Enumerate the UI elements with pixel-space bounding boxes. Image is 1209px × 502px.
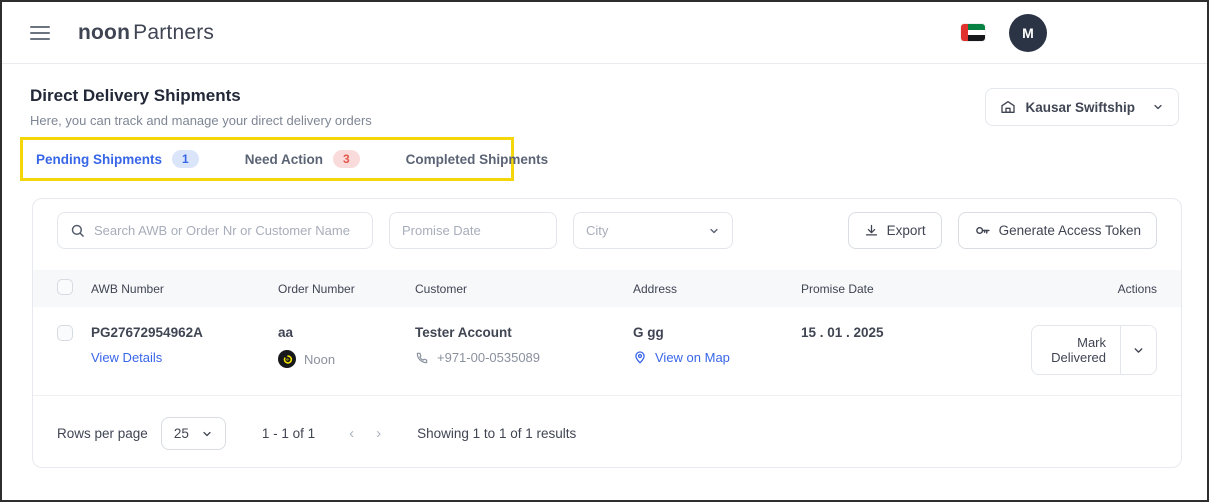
page-header: Direct Delivery Shipments Here, you can … — [2, 64, 1207, 128]
city-select[interactable]: City — [573, 212, 733, 249]
export-button[interactable]: Export — [848, 212, 942, 249]
tab-label: Completed Shipments — [406, 152, 549, 167]
shipments-card: City Export Generate Access Token — [32, 198, 1182, 468]
warehouse-name: Kausar Swiftship — [1025, 100, 1135, 115]
mark-delivered-button[interactable]: Mark Delivered — [1032, 326, 1120, 374]
app-window: noonPartners M Direct Delivery Shipments… — [0, 0, 1209, 502]
order-number: aa — [278, 325, 413, 340]
brand-logo: noonPartners — [78, 21, 214, 45]
rows-per-page-select[interactable]: 25 — [161, 417, 226, 450]
filters-bar: City Export Generate Access Token — [33, 199, 1181, 262]
search-icon — [70, 223, 85, 238]
col-customer: Customer — [413, 282, 631, 296]
key-icon — [974, 222, 991, 239]
tab-label: Pending Shipments — [36, 152, 162, 167]
chevron-down-icon — [708, 225, 720, 237]
noon-logo-icon — [278, 350, 296, 368]
chevron-down-icon — [201, 428, 213, 440]
generate-access-token-button[interactable]: Generate Access Token — [958, 212, 1157, 249]
select-all-checkbox[interactable] — [57, 279, 73, 295]
row-checkbox[interactable] — [57, 325, 73, 341]
promise-date-input[interactable] — [402, 223, 578, 238]
prev-page-button[interactable]: ‹ — [349, 425, 354, 442]
col-address: Address — [631, 282, 799, 296]
awb-number: PG27672954962A — [91, 325, 276, 340]
user-avatar[interactable]: M — [1009, 14, 1047, 52]
view-on-map-link[interactable]: View on Map — [655, 350, 730, 365]
view-details-link[interactable]: View Details — [91, 350, 162, 365]
hamburger-menu-icon[interactable] — [30, 26, 50, 40]
tab-label: Need Action — [245, 152, 323, 167]
table-row: PG27672954962A View Details aa Noon Test… — [33, 307, 1181, 396]
page-title: Direct Delivery Shipments — [30, 86, 372, 106]
customer-name: Tester Account — [415, 325, 631, 340]
action-dropdown-toggle[interactable] — [1120, 326, 1156, 374]
address-text: G gg — [633, 325, 799, 340]
city-placeholder: City — [586, 223, 608, 238]
need-action-count-badge: 3 — [333, 150, 360, 168]
promise-date-box — [389, 212, 557, 249]
brand-noon: noon — [78, 21, 130, 44]
rows-per-page-label: Rows per page — [57, 426, 148, 441]
map-pin-icon — [633, 350, 647, 365]
uae-flag-icon[interactable] — [961, 24, 985, 41]
order-source: Noon — [304, 352, 335, 367]
warehouse-icon — [1000, 99, 1016, 115]
pending-count-badge: 1 — [172, 150, 199, 168]
generate-token-label: Generate Access Token — [999, 223, 1141, 238]
page-range: 1 - 1 of 1 — [262, 426, 315, 441]
tab-completed-shipments[interactable]: Completed Shipments — [406, 152, 549, 167]
col-actions: Actions — [1029, 282, 1181, 296]
brand-partners: Partners — [133, 21, 214, 44]
rows-per-page-value: 25 — [174, 426, 189, 441]
tabs-highlight-annotation: Pending Shipments 1 Need Action 3 Comple… — [20, 137, 514, 181]
search-box — [57, 212, 373, 249]
col-promise-date: Promise Date — [799, 282, 1029, 296]
next-page-button[interactable]: › — [376, 425, 381, 442]
results-summary: Showing 1 to 1 of 1 results — [417, 426, 576, 441]
tab-pending-shipments[interactable]: Pending Shipments 1 — [36, 150, 199, 168]
search-input[interactable] — [94, 223, 360, 238]
page-subtitle: Here, you can track and manage your dire… — [30, 113, 372, 128]
phone-icon — [415, 351, 429, 365]
pagination-bar: Rows per page 25 1 - 1 of 1 ‹ › Showing … — [33, 402, 1181, 467]
chevron-down-icon — [1152, 101, 1164, 113]
tab-need-action[interactable]: Need Action 3 — [245, 150, 360, 168]
export-label: Export — [887, 223, 926, 238]
mark-delivered-split-button: Mark Delivered — [1031, 325, 1157, 375]
warehouse-selector[interactable]: Kausar Swiftship — [985, 88, 1179, 126]
download-icon — [864, 223, 879, 238]
chevron-down-icon — [1132, 344, 1145, 357]
promise-date-value: 15 . 01 . 2025 — [799, 325, 1029, 340]
col-order-number: Order Number — [276, 282, 413, 296]
customer-phone: +971-00-0535089 — [437, 350, 540, 365]
table-header-row: AWB Number Order Number Customer Address… — [33, 270, 1181, 307]
col-awb-number: AWB Number — [89, 282, 276, 296]
topbar: noonPartners M — [2, 2, 1207, 64]
